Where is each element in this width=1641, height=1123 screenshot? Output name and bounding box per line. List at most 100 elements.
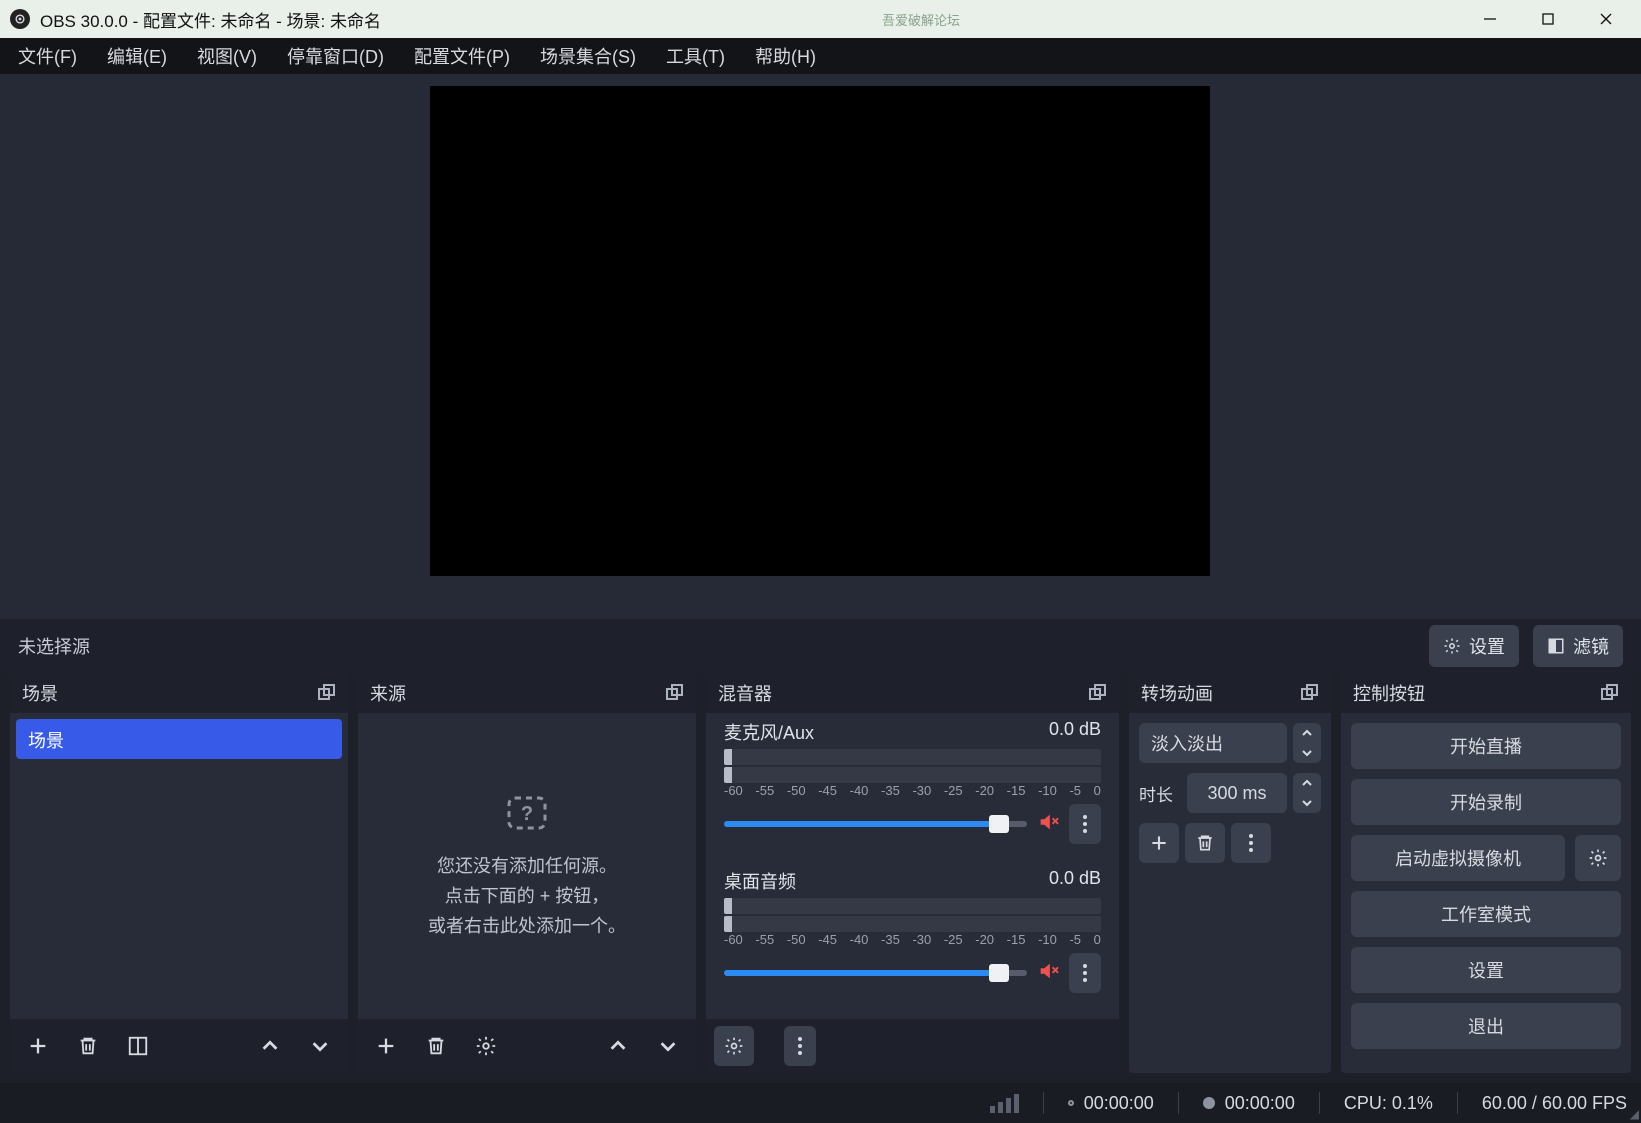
chevron-down-icon <box>1293 793 1321 813</box>
plus-icon <box>1149 833 1169 853</box>
close-button[interactable] <box>1577 0 1635 38</box>
mixer-advanced-button[interactable] <box>714 1026 754 1066</box>
menu-file[interactable]: 文件(F) <box>18 43 77 69</box>
transitions-dock: 转场动画 淡入淡出 时长 300 ms <box>1129 673 1331 1073</box>
transition-properties-button[interactable] <box>1231 823 1271 863</box>
popout-icon[interactable] <box>666 684 684 702</box>
menu-scene-collection[interactable]: 场景集合(S) <box>540 43 636 69</box>
virtual-cam-button[interactable]: 启动虚拟摄像机 <box>1351 835 1565 881</box>
chevron-up-icon <box>259 1035 281 1057</box>
source-status: 未选择源 <box>18 633 90 659</box>
stream-indicator-icon <box>1068 1100 1074 1106</box>
scenes-dock: 场景 场景 <box>10 673 348 1073</box>
sources-list[interactable]: ? 您还没有添加任何源。 点击下面的 + 按钮， 或者右击此处添加一个。 <box>358 713 696 1019</box>
duration-spinner[interactable] <box>1293 773 1321 813</box>
trash-icon <box>1195 833 1215 853</box>
dock-title-scenes: 场景 <box>22 680 58 706</box>
source-properties-button[interactable] <box>466 1026 506 1066</box>
controls-dock: 控制按钮 开始直播 开始录制 启动虚拟摄像机 工作室模式 设置 退出 <box>1341 673 1631 1073</box>
start-record-button[interactable]: 开始录制 <box>1351 779 1621 825</box>
mute-button[interactable] <box>1037 811 1059 838</box>
source-move-up-button[interactable] <box>598 1026 638 1066</box>
studio-mode-button[interactable]: 工作室模式 <box>1351 891 1621 937</box>
question-icon: ? <box>506 795 548 836</box>
dock-title-controls: 控制按钮 <box>1353 680 1425 706</box>
window-title: OBS 30.0.0 - 配置文件: 未命名 - 场景: 未命名 <box>40 7 381 32</box>
cpu-usage: CPU: 0.1% <box>1344 1093 1433 1114</box>
audio-meter <box>724 749 1101 765</box>
resize-grip-icon[interactable]: ◢ <box>1630 1107 1639 1121</box>
popout-icon[interactable] <box>1089 684 1107 702</box>
preview-canvas[interactable] <box>430 86 1210 576</box>
speaker-mute-icon <box>1037 960 1059 982</box>
scene-move-down-button[interactable] <box>300 1026 340 1066</box>
volume-slider[interactable] <box>724 970 1027 976</box>
scene-divider-icon <box>127 1035 149 1057</box>
scenes-list[interactable]: 场景 <box>10 713 348 1019</box>
kebab-icon <box>1249 834 1253 852</box>
audio-meter <box>724 767 1101 783</box>
mute-button[interactable] <box>1037 960 1059 987</box>
stream-time: 00:00:00 <box>1084 1093 1154 1114</box>
mixer-options-button[interactable] <box>1069 804 1101 844</box>
gear-icon <box>1443 637 1461 655</box>
scene-item[interactable]: 场景 <box>16 719 342 759</box>
scene-add-button[interactable] <box>18 1026 58 1066</box>
mixer-channel-db: 0.0 dB <box>1049 868 1101 894</box>
transition-remove-button[interactable] <box>1185 823 1225 863</box>
transition-select-spinner[interactable] <box>1293 723 1321 763</box>
maximize-button[interactable] <box>1519 0 1577 38</box>
plus-icon <box>375 1035 397 1057</box>
record-indicator-icon <box>1203 1097 1215 1109</box>
chevron-down-icon <box>657 1035 679 1057</box>
menu-dock[interactable]: 停靠窗口(D) <box>287 43 384 69</box>
mixer-channel: 麦克风/Aux 0.0 dB -60-55-50-45-40-35-30-25-… <box>724 719 1101 844</box>
watermark: 吾爱破解论坛 <box>882 10 960 29</box>
menu-profile[interactable]: 配置文件(P) <box>414 43 510 69</box>
mixer-menu-button[interactable] <box>784 1026 816 1066</box>
trash-icon <box>77 1035 99 1057</box>
transition-add-button[interactable] <box>1139 823 1179 863</box>
mixer-options-button[interactable] <box>1069 953 1101 993</box>
menu-edit[interactable]: 编辑(E) <box>107 43 167 69</box>
source-move-down-button[interactable] <box>648 1026 688 1066</box>
mixer-channel-name: 麦克风/Aux <box>724 719 1049 745</box>
menu-view[interactable]: 视图(V) <box>197 43 257 69</box>
start-stream-button[interactable]: 开始直播 <box>1351 723 1621 769</box>
popout-icon[interactable] <box>318 684 336 702</box>
mixer-ticks: -60-55-50-45-40-35-30-25-20-15-10-50 <box>724 783 1101 798</box>
menu-help[interactable]: 帮助(H) <box>755 43 816 69</box>
scene-move-up-button[interactable] <box>250 1026 290 1066</box>
preview-area[interactable] <box>0 74 1641 619</box>
source-filters-button[interactable]: 滤镜 <box>1533 625 1623 667</box>
gear-icon <box>475 1035 497 1057</box>
settings-button[interactable]: 设置 <box>1351 947 1621 993</box>
gear-icon <box>724 1036 744 1056</box>
titlebar: OBS 30.0.0 - 配置文件: 未命名 - 场景: 未命名 吾爱破解论坛 <box>0 0 1641 38</box>
virtual-cam-settings-button[interactable] <box>1575 835 1621 881</box>
source-settings-button[interactable]: 设置 <box>1429 625 1519 667</box>
minimize-button[interactable] <box>1461 0 1519 38</box>
scene-remove-button[interactable] <box>68 1026 108 1066</box>
popout-icon[interactable] <box>1301 684 1319 702</box>
volume-slider[interactable] <box>724 821 1027 827</box>
context-toolbar: 未选择源 设置 滤镜 <box>0 619 1641 673</box>
chevron-up-icon <box>607 1035 629 1057</box>
mixer-ticks: -60-55-50-45-40-35-30-25-20-15-10-50 <box>724 932 1101 947</box>
exit-button[interactable]: 退出 <box>1351 1003 1621 1049</box>
duration-input[interactable]: 300 ms <box>1187 773 1287 813</box>
mixer-channel-name: 桌面音频 <box>724 868 1049 894</box>
transition-select[interactable]: 淡入淡出 <box>1139 723 1287 763</box>
menubar: 文件(F) 编辑(E) 视图(V) 停靠窗口(D) 配置文件(P) 场景集合(S… <box>0 38 1641 74</box>
source-remove-button[interactable] <box>416 1026 456 1066</box>
mixer-channel-db: 0.0 dB <box>1049 719 1101 745</box>
source-add-button[interactable] <box>366 1026 406 1066</box>
audio-meter <box>724 916 1101 932</box>
dock-title-sources: 来源 <box>370 680 406 706</box>
duration-label: 时长 <box>1139 781 1181 806</box>
trash-icon <box>425 1035 447 1057</box>
menu-tools[interactable]: 工具(T) <box>666 43 725 69</box>
scene-filter-button[interactable] <box>118 1026 158 1066</box>
mixer-channel: 桌面音频 0.0 dB -60-55-50-45-40-35-30-25-20-… <box>724 868 1101 993</box>
popout-icon[interactable] <box>1601 684 1619 702</box>
